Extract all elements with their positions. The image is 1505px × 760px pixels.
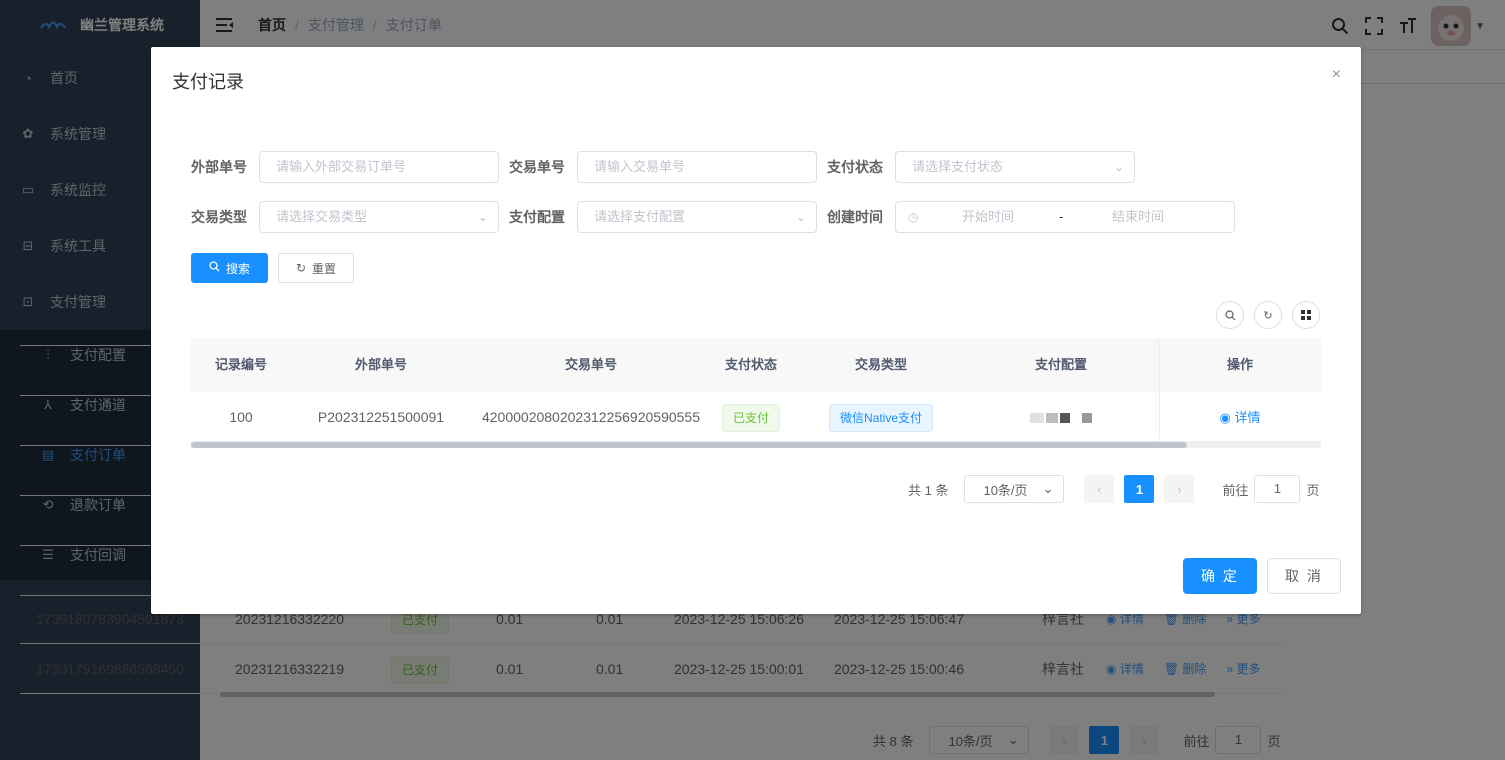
search-button[interactable]: 搜索	[191, 253, 268, 283]
toggle-search-icon[interactable]	[1216, 301, 1244, 329]
page-number[interactable]: 1	[1124, 475, 1155, 503]
pay-config-select[interactable]: 请选择支付配置 ⌄	[577, 201, 817, 233]
eye-icon: ◉	[1219, 410, 1235, 425]
created-time-label: 创建时间	[827, 209, 883, 225]
table-row: 100 P202312251500091 4200002080202312256…	[191, 392, 1321, 442]
cell-trade-no: 4200002080202312256920590555	[481, 409, 700, 425]
search-button-label: 搜索	[225, 261, 250, 276]
pay-config-placeholder: 请选择支付配置	[594, 209, 686, 224]
table-header: 记录编号 外部单号 交易单号 支付状态 交易类型 支付配置 操作	[191, 338, 1321, 392]
cell-out-no: P202312251500091	[317, 409, 445, 425]
payment-record-dialog: 支付记录 × 外部单号 请输入外部交易订单号 交易单号 请输入交易单号 支付状态…	[151, 47, 1361, 614]
chevron-down-icon: ⌄	[795, 210, 806, 224]
trade-type-label: 交易类型	[191, 209, 247, 225]
trade-type-select[interactable]: 请选择交易类型 ⌄	[259, 201, 499, 233]
trade-no-input[interactable]: 请输入交易单号	[577, 151, 817, 183]
pay-status-select[interactable]: 请选择支付状态 ⌄	[895, 151, 1135, 183]
pager-total: 共 1 条	[908, 482, 949, 498]
scrollbar-thumb[interactable]	[191, 442, 1187, 448]
clock-icon: ◷	[908, 210, 919, 224]
range-separator: -	[1059, 209, 1064, 224]
cell-record-id: 100	[229, 409, 253, 425]
reset-button[interactable]: ↻ 重置	[278, 253, 354, 283]
page-size-value: 10条/页	[983, 482, 1028, 498]
next-page-button[interactable]: ›	[1164, 475, 1195, 503]
out-no-input[interactable]: 请输入外部交易订单号	[259, 151, 499, 183]
chevron-down-icon: ⌄	[1042, 481, 1054, 496]
column-header: 操作	[1226, 357, 1253, 372]
close-icon[interactable]: ×	[1332, 67, 1341, 83]
goto-label: 前往	[1222, 482, 1249, 498]
column-header: 记录编号	[214, 357, 267, 372]
column-header: 交易类型	[854, 357, 907, 372]
column-header: 外部单号	[354, 357, 407, 372]
detail-label: 详情	[1234, 410, 1261, 425]
detail-link[interactable]: ◉ 详情	[1159, 392, 1321, 443]
refresh-icon: ↻	[295, 261, 307, 275]
trade-type-badge: 微信Native支付	[828, 404, 933, 432]
confirm-button[interactable]: 确 定	[1183, 558, 1257, 594]
start-time-input[interactable]: 开始时间	[962, 202, 1014, 232]
pay-status-placeholder: 请选择支付状态	[912, 159, 1004, 174]
cancel-button[interactable]: 取 消	[1267, 558, 1341, 594]
page-unit: 页	[1306, 482, 1320, 498]
fixed-column-divider	[1159, 338, 1160, 442]
columns-icon[interactable]	[1292, 301, 1320, 329]
search-icon	[209, 261, 220, 275]
column-header: 交易单号	[564, 357, 617, 372]
out-no-label: 外部单号	[191, 159, 247, 175]
reset-button-label: 重置	[312, 261, 337, 276]
page-size-select[interactable]: 10条/页 ⌄	[964, 475, 1065, 503]
refresh-icon[interactable]: ↻	[1254, 301, 1282, 329]
chevron-down-icon: ⌄	[1113, 160, 1124, 174]
redacted-value	[1030, 413, 1092, 424]
trade-no-label: 交易单号	[509, 159, 565, 175]
created-time-range[interactable]: ◷ 开始时间 - 结束时间	[895, 201, 1235, 233]
status-badge: 已支付	[721, 404, 780, 432]
table-scrollbar[interactable]	[191, 442, 1321, 448]
goto-page-input[interactable]: 1	[1254, 475, 1301, 503]
dialog-title: 支付记录	[172, 72, 244, 92]
column-header: 支付配置	[1034, 357, 1087, 372]
end-time-input[interactable]: 结束时间	[1112, 202, 1164, 232]
cell-pay-config	[971, 392, 1151, 442]
column-header: 支付状态	[724, 357, 777, 372]
chevron-down-icon: ⌄	[477, 210, 488, 224]
pay-status-label: 支付状态	[827, 159, 883, 175]
pay-config-label: 支付配置	[509, 209, 565, 225]
prev-page-button[interactable]: ‹	[1084, 475, 1115, 503]
dialog-pagination: 共 1 条 10条/页 ⌄ ‹ 1 › 前往 1 页	[908, 475, 1320, 503]
trade-type-placeholder: 请选择交易类型	[276, 209, 368, 224]
